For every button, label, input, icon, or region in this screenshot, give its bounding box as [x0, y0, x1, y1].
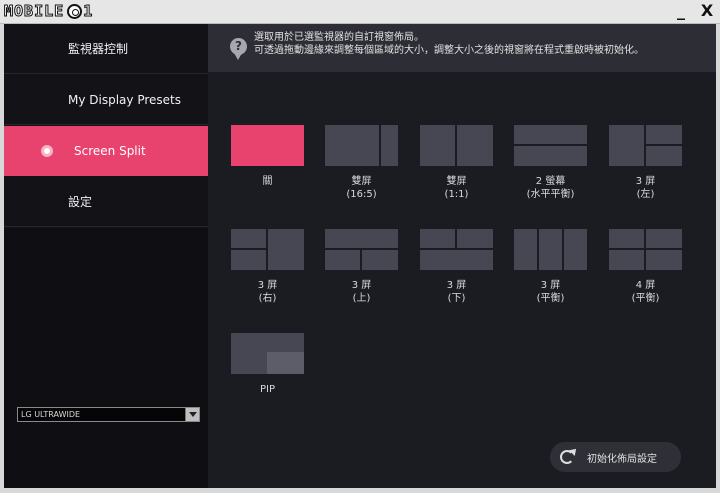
sidebar: 監視器控制 My Display Presets Screen Split 設定… — [4, 24, 208, 488]
layout-3-right[interactable]: 3 屏 (右) — [220, 229, 315, 305]
layout-3-left[interactable]: 3 屏 (左) — [598, 125, 693, 201]
sidebar-item-settings[interactable]: 設定 — [4, 177, 208, 227]
layout-thumbnail[interactable] — [420, 229, 493, 270]
layout-3-balanced[interactable]: 3 屏 (平衡) — [503, 229, 598, 305]
layout-thumbnail[interactable] — [514, 229, 587, 270]
sidebar-item-monitor-control[interactable]: 監視器控制 — [4, 24, 208, 74]
info-bar: ? 選取用於已選監視器的自訂視窗佈局。 可透過拖動邊緣來調整每個區域的大小，調整… — [208, 24, 716, 72]
sidebar-item-label: Screen Split — [74, 144, 146, 158]
layout-dual-16-5[interactable]: 雙屏 (16:5) — [314, 125, 409, 201]
sidebar-item-screen-split[interactable]: Screen Split — [4, 126, 208, 176]
layout-label: 3 屏 (左) — [635, 176, 656, 200]
layout-thumbnail[interactable] — [609, 125, 682, 166]
layout-thumbnail[interactable] — [420, 125, 493, 166]
layout-label: 關 — [262, 176, 273, 187]
app-logo: MOBILE 1 — [3, 2, 94, 21]
minimize-button[interactable]: _ — [670, 2, 692, 22]
layout-thumbnail[interactable] — [231, 333, 304, 374]
close-button[interactable]: X — [696, 2, 718, 22]
selected-indicator-icon — [41, 145, 53, 157]
monitor-select[interactable]: LG ULTRAWIDE — [17, 407, 200, 422]
layout-thumbnail[interactable] — [231, 125, 304, 166]
layout-label: PIP — [259, 384, 275, 395]
layout-thumbnail[interactable] — [231, 229, 304, 270]
layout-2-screen-horizontal[interactable]: 2 螢幕 (水平平衡) — [503, 125, 598, 201]
layout-label: 4 屏 (平衡) — [631, 280, 660, 304]
info-text: 選取用於已選監視器的自訂視窗佈局。 可透過拖動邊緣來調整每個區域的大小，調整大小… — [254, 32, 644, 56]
layout-pip[interactable]: PIP — [220, 333, 315, 396]
layout-thumbnail[interactable] — [609, 229, 682, 270]
sidebar-item-label: 設定 — [68, 195, 93, 209]
logo-face-icon — [67, 3, 83, 19]
sidebar-empty-area — [4, 228, 208, 488]
screen-split-panel: ? 選取用於已選監視器的自訂視窗佈局。 可透過拖動邊緣來調整每個區域的大小，調整… — [208, 24, 716, 488]
layout-thumbnail[interactable] — [325, 125, 398, 166]
layout-thumbnail[interactable] — [325, 229, 398, 270]
reset-layout-label: 初始化佈局設定 — [587, 453, 657, 465]
layout-label: 3 屏 (下) — [446, 280, 467, 304]
title-bar: MOBILE 1 _ X — [0, 0, 720, 24]
layout-4-balanced[interactable]: 4 屏 (平衡) — [598, 229, 693, 305]
app-window: 監視器控制 My Display Presets Screen Split 設定… — [4, 24, 716, 488]
layout-thumbnail[interactable] — [514, 125, 587, 166]
sidebar-item-label: My Display Presets — [68, 92, 181, 107]
reset-layout-button[interactable]: 初始化佈局設定 — [550, 442, 681, 472]
refresh-icon — [560, 450, 574, 464]
chevron-down-icon[interactable] — [185, 408, 199, 421]
layout-3-bottom[interactable]: 3 屏 (下) — [409, 229, 504, 305]
layout-label: 3 屏 (平衡) — [536, 280, 565, 304]
layout-label: 3 屏 (右) — [257, 280, 278, 304]
layout-label: 雙屏 (1:1) — [444, 176, 469, 200]
sidebar-item-label: 監視器控制 — [68, 42, 129, 56]
sidebar-item-my-display-presets[interactable]: My Display Presets — [4, 75, 208, 125]
layout-3-top[interactable]: 3 屏 (上) — [314, 229, 409, 305]
layout-off[interactable]: 關 — [220, 125, 315, 188]
layout-label: 3 屏 (上) — [351, 280, 372, 304]
help-icon: ? — [230, 38, 247, 60]
layout-label: 雙屏 (16:5) — [346, 176, 377, 200]
monitor-select-value: LG ULTRAWIDE — [21, 410, 81, 419]
layout-dual-1-1[interactable]: 雙屏 (1:1) — [409, 125, 504, 201]
layout-label: 2 螢幕 (水平平衡) — [526, 176, 575, 200]
